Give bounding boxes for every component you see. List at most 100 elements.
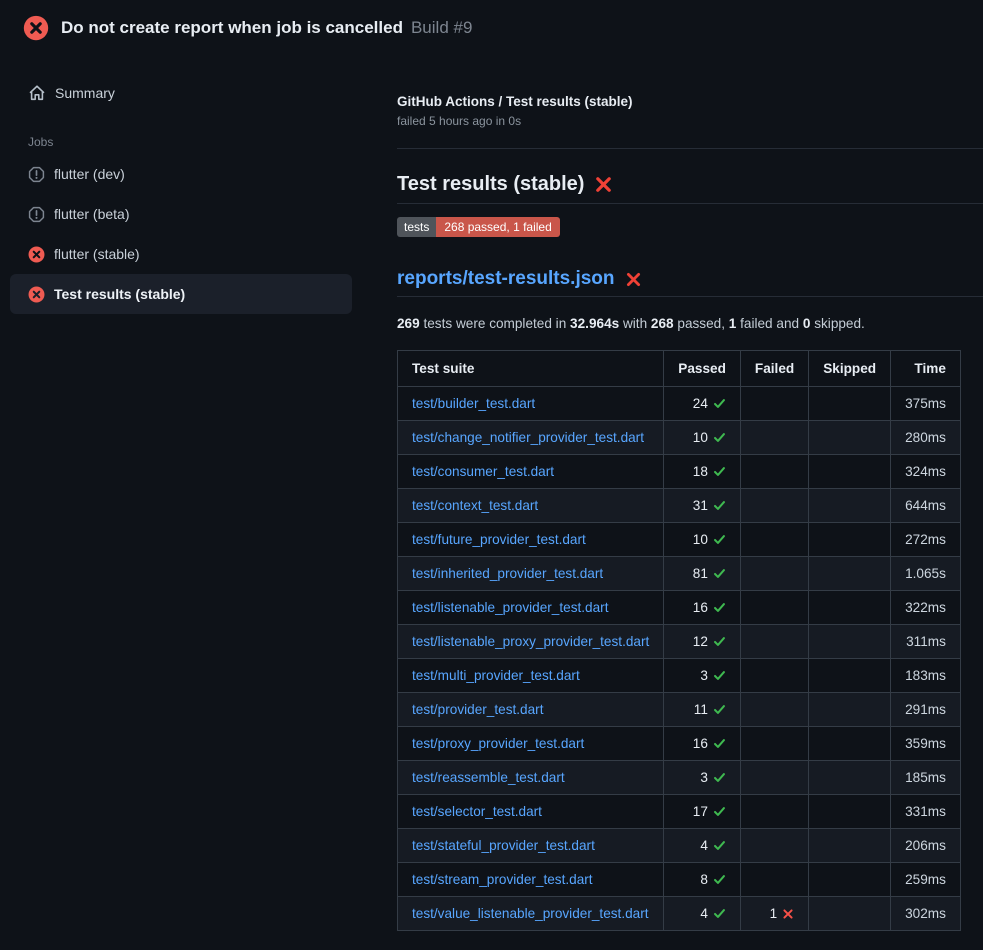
skipped-cell xyxy=(809,591,891,625)
table-row: test/listenable_proxy_provider_test.dart… xyxy=(398,625,961,659)
passed-value: 4 xyxy=(700,838,708,853)
table-row: test/future_provider_test.dart 10 272ms xyxy=(398,523,961,557)
badge-label: tests xyxy=(397,217,436,237)
passed-cell: 16 xyxy=(664,591,741,625)
table-row: test/consumer_test.dart 18 324ms xyxy=(398,455,961,489)
passed-value: 3 xyxy=(700,668,708,683)
check-icon xyxy=(713,567,726,580)
passed-cell: 12 xyxy=(664,625,741,659)
check-icon xyxy=(713,805,726,818)
test-suite-link[interactable]: test/builder_test.dart xyxy=(412,396,535,411)
cancelled-status-icon xyxy=(28,166,45,183)
table-row: test/context_test.dart 31 644ms xyxy=(398,489,961,523)
failed-cell xyxy=(740,421,808,455)
table-row: test/multi_provider_test.dart 3 183ms xyxy=(398,659,961,693)
sidebar-item-summary[interactable]: Summary xyxy=(10,73,352,113)
test-suite-link[interactable]: test/consumer_test.dart xyxy=(412,464,554,479)
check-icon xyxy=(713,499,726,512)
table-header-row: Test suite Passed Failed Skipped Time xyxy=(398,351,961,387)
passed-value: 4 xyxy=(700,906,708,921)
skipped-cell xyxy=(809,863,891,897)
total-time: 32.964s xyxy=(570,316,619,331)
test-suite-link[interactable]: test/listenable_provider_test.dart xyxy=(412,600,608,615)
failed-cell xyxy=(740,387,808,421)
sidebar-item-flutter-stable[interactable]: flutter (stable) xyxy=(10,234,352,274)
time-cell: 324ms xyxy=(891,455,961,489)
test-suite-link[interactable]: test/stateful_provider_test.dart xyxy=(412,838,595,853)
check-icon xyxy=(713,737,726,750)
passed-cell: 4 xyxy=(664,829,741,863)
time-cell: 280ms xyxy=(891,421,961,455)
report-file-link[interactable]: reports/test-results.json xyxy=(397,268,615,290)
sidebar-item-flutter-dev[interactable]: flutter (dev) xyxy=(10,154,352,194)
failed-cell xyxy=(740,761,808,795)
test-suite-link[interactable]: test/multi_provider_test.dart xyxy=(412,668,580,683)
test-suite-link[interactable]: test/provider_test.dart xyxy=(412,702,543,717)
time-cell: 302ms xyxy=(891,897,961,931)
cross-mark-icon xyxy=(625,271,642,288)
test-suite-link[interactable]: test/context_test.dart xyxy=(412,498,538,513)
column-header-time: Time xyxy=(891,351,961,387)
passed-cell: 11 xyxy=(664,693,741,727)
passed-value: 18 xyxy=(693,464,708,479)
report-heading-row: reports/test-results.json xyxy=(397,268,983,297)
test-suite-link[interactable]: test/selector_test.dart xyxy=(412,804,542,819)
check-icon xyxy=(713,465,726,478)
check-icon xyxy=(713,669,726,682)
test-suite-link[interactable]: test/inherited_provider_test.dart xyxy=(412,566,603,581)
failed-value: 1 xyxy=(770,906,778,921)
test-suite-link[interactable]: test/proxy_provider_test.dart xyxy=(412,736,584,751)
time-cell: 375ms xyxy=(891,387,961,421)
test-suite-link[interactable]: test/change_notifier_provider_test.dart xyxy=(412,430,644,445)
test-suite-link[interactable]: test/listenable_proxy_provider_test.dart xyxy=(412,634,649,649)
test-suite-link[interactable]: test/future_provider_test.dart xyxy=(412,532,586,547)
skipped-cell xyxy=(809,795,891,829)
passed-cell: 16 xyxy=(664,727,741,761)
check-icon xyxy=(713,397,726,410)
sidebar-item-test-results-stable[interactable]: Test results (stable) xyxy=(10,274,352,314)
table-row: test/value_listenable_provider_test.dart… xyxy=(398,897,961,931)
skipped-cell xyxy=(809,829,891,863)
test-suite-link[interactable]: test/reassemble_test.dart xyxy=(412,770,565,785)
check-icon xyxy=(713,839,726,852)
column-header-failed: Failed xyxy=(740,351,808,387)
test-suite-link[interactable]: test/stream_provider_test.dart xyxy=(412,872,593,887)
passed-cell: 10 xyxy=(664,421,741,455)
failed-cell xyxy=(740,523,808,557)
check-icon xyxy=(713,533,726,546)
passed-value: 17 xyxy=(693,804,708,819)
test-suite-link[interactable]: test/value_listenable_provider_test.dart xyxy=(412,906,649,921)
sidebar-item-label: Summary xyxy=(55,85,115,101)
time-cell: 291ms xyxy=(891,693,961,727)
breadcrumb: GitHub Actions / Test results (stable) xyxy=(397,94,983,109)
page-title: Do not create report when job is cancell… xyxy=(61,18,403,38)
sidebar-item-flutter-beta[interactable]: flutter (beta) xyxy=(10,194,352,234)
passed-count: 268 xyxy=(651,316,674,331)
table-row: test/stateful_provider_test.dart 4 206ms xyxy=(398,829,961,863)
passed-cell: 81 xyxy=(664,557,741,591)
table-row: test/builder_test.dart 24 375ms xyxy=(398,387,961,421)
time-cell: 185ms xyxy=(891,761,961,795)
passed-value: 81 xyxy=(693,566,708,581)
time-cell: 272ms xyxy=(891,523,961,557)
run-header: Do not create report when job is cancell… xyxy=(0,0,983,56)
table-row: test/inherited_provider_test.dart 81 1.0… xyxy=(398,557,961,591)
home-icon xyxy=(28,84,46,102)
check-icon xyxy=(713,873,726,886)
failed-cell xyxy=(740,795,808,829)
cross-mark-icon xyxy=(594,175,613,194)
table-row: test/stream_provider_test.dart 8 259ms xyxy=(398,863,961,897)
time-cell: 311ms xyxy=(891,625,961,659)
table-row: test/change_notifier_provider_test.dart … xyxy=(398,421,961,455)
badge-value: 268 passed, 1 failed xyxy=(436,217,559,237)
section-heading-row: Test results (stable) xyxy=(397,173,983,204)
sidebar-item-label: Test results (stable) xyxy=(54,286,185,302)
failed-cell xyxy=(740,659,808,693)
skipped-cell xyxy=(809,727,891,761)
build-number: Build #9 xyxy=(411,18,472,38)
table-row: test/selector_test.dart 17 331ms xyxy=(398,795,961,829)
section-title: Test results (stable) xyxy=(397,173,584,196)
time-cell: 206ms xyxy=(891,829,961,863)
summary-sentence: 269 tests were completed in 32.964s with… xyxy=(397,316,983,331)
skipped-cell xyxy=(809,421,891,455)
